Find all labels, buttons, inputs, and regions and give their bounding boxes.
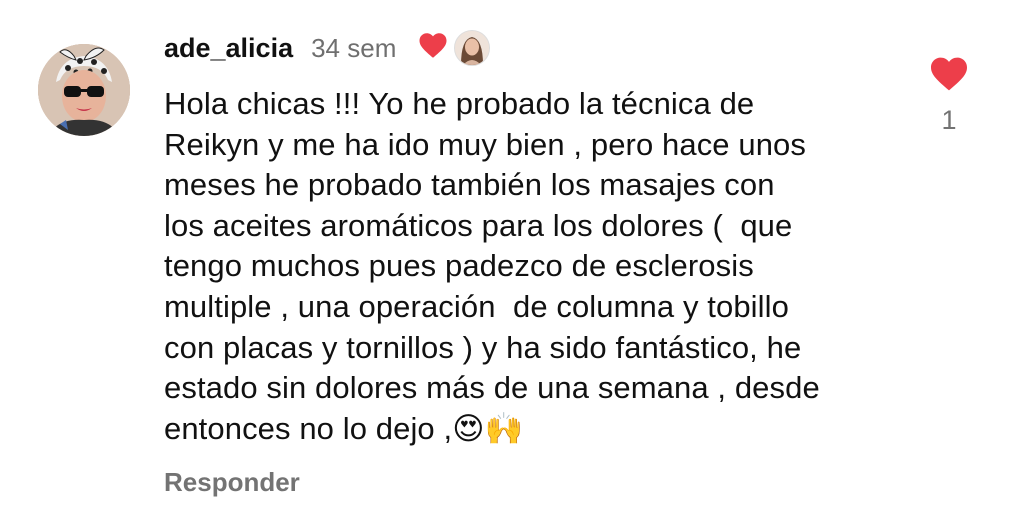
avatar[interactable]	[38, 44, 130, 136]
timestamp: 34 sem	[311, 32, 397, 63]
heart-icon	[418, 32, 448, 64]
heart-icon[interactable]	[929, 56, 969, 97]
comment-text: Hola chicas !!! Yo he probado la técnica…	[164, 86, 820, 446]
username[interactable]: ade_alicia	[164, 33, 293, 64]
reply-button[interactable]: Responder	[164, 467, 300, 498]
creator-like-badge	[418, 30, 491, 66]
comment-header: ade_alicia 34 sem	[164, 28, 491, 68]
avatar	[454, 30, 491, 66]
like-column: 1	[924, 56, 974, 136]
comment: ade_alicia 34 sem Hola chicas !!! Yo he …	[0, 0, 1024, 525]
like-count: 1	[941, 105, 957, 135]
